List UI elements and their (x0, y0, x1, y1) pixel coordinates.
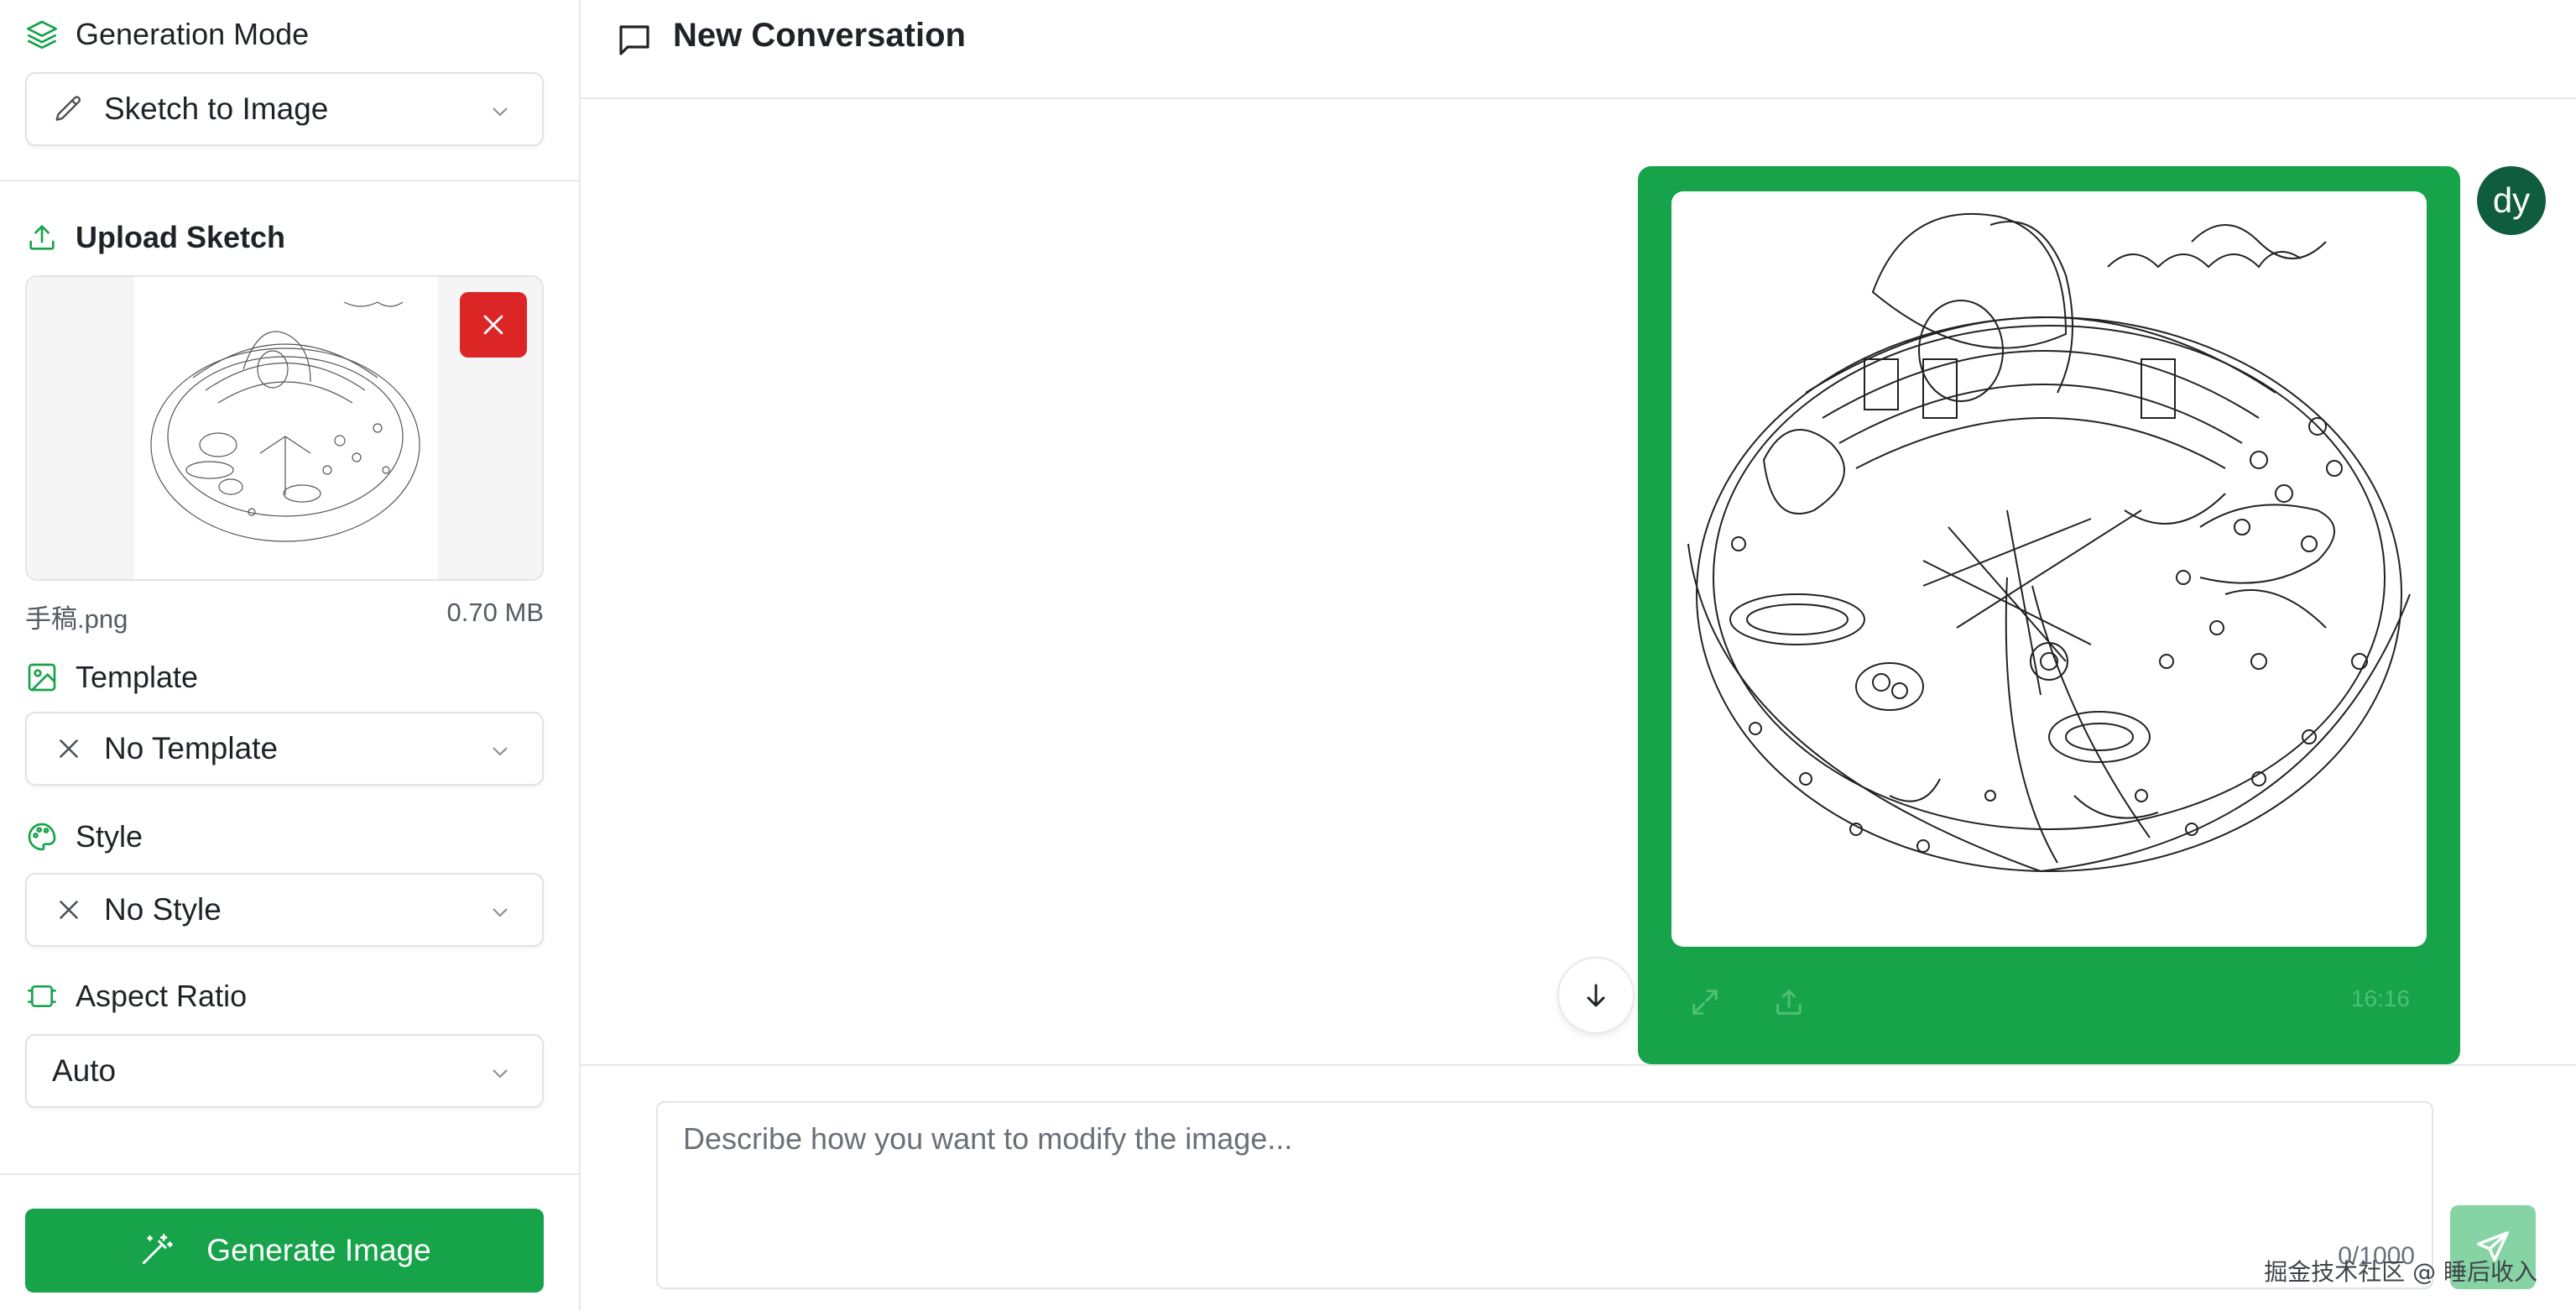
x-icon (52, 893, 86, 927)
template-title: Template (76, 660, 199, 694)
prompt-input[interactable] (658, 1103, 2432, 1287)
style-select[interactable]: No Style (25, 873, 544, 947)
image-icon (25, 661, 59, 694)
layers-icon (25, 18, 59, 51)
style-header: Style (25, 819, 143, 854)
file-size: 0.70 MB (446, 598, 544, 627)
chevron-down-icon (487, 97, 514, 124)
prompt-composer: 0/1000 (656, 1101, 2433, 1289)
generate-image-label: Generate Image (206, 1233, 431, 1267)
template-header: Template (25, 660, 198, 695)
aspect-ratio-label: 16:16 (2350, 985, 2410, 1011)
upload-sketch-title: Upload Sketch (76, 220, 286, 254)
share-icon[interactable] (1772, 985, 1806, 1019)
remove-sketch-button[interactable] (460, 292, 527, 358)
aspect-ratio-title: Aspect Ratio (76, 979, 248, 1013)
palette-icon (25, 820, 59, 854)
aspect-ratio-select[interactable]: Auto (25, 1034, 544, 1108)
chevron-down-icon (487, 898, 514, 925)
divider (0, 1173, 579, 1175)
file-name: 手稿.png (25, 604, 128, 634)
generation-mode-header: Generation Mode (25, 17, 309, 52)
close-icon (483, 315, 503, 335)
generate-image-button[interactable]: Generate Image (25, 1209, 544, 1293)
crop-icon (25, 979, 59, 1013)
upload-icon (25, 221, 59, 254)
sketch-preview[interactable] (25, 275, 544, 581)
generation-mode-select[interactable]: Sketch to Image (25, 72, 544, 146)
chevron-down-icon (487, 737, 514, 764)
expand-icon[interactable] (1688, 985, 1722, 1019)
generation-mode-value: Sketch to Image (104, 91, 329, 126)
upload-sketch-header: Upload Sketch (25, 220, 285, 255)
avatar: dy (2477, 166, 2546, 235)
aspect-ratio-header: Aspect Ratio (25, 979, 247, 1014)
divider (0, 180, 579, 181)
x-icon (52, 732, 86, 765)
divider (581, 1064, 2576, 1066)
style-value: No Style (104, 892, 222, 927)
magic-wand-icon (143, 1234, 174, 1265)
scroll-to-bottom-button[interactable] (1557, 957, 1635, 1034)
pencil-icon (52, 92, 86, 126)
aspect-ratio-value: Auto (52, 1053, 117, 1088)
sidebar: Generation Mode Sketch to Image Upload S… (0, 0, 581, 1311)
chevron-down-icon (487, 1059, 514, 1086)
template-select[interactable]: No Template (25, 712, 544, 786)
generation-mode-title: Generation Mode (76, 17, 310, 51)
message-square-icon (614, 20, 654, 60)
page-title: New Conversation (673, 17, 966, 54)
watermark: 掘金技术社区 @ 睡后收入 (2264, 1258, 2537, 1286)
uploaded-sketch-image[interactable] (1671, 191, 2427, 947)
template-value: No Template (104, 731, 279, 765)
conversation-header: New Conversation (581, 0, 2576, 99)
style-title: Style (76, 819, 143, 854)
user-message-bubble: 16:16 (1638, 166, 2460, 1064)
arrow-down-icon (1587, 984, 1605, 1007)
sketch-thumbnail (134, 277, 438, 579)
